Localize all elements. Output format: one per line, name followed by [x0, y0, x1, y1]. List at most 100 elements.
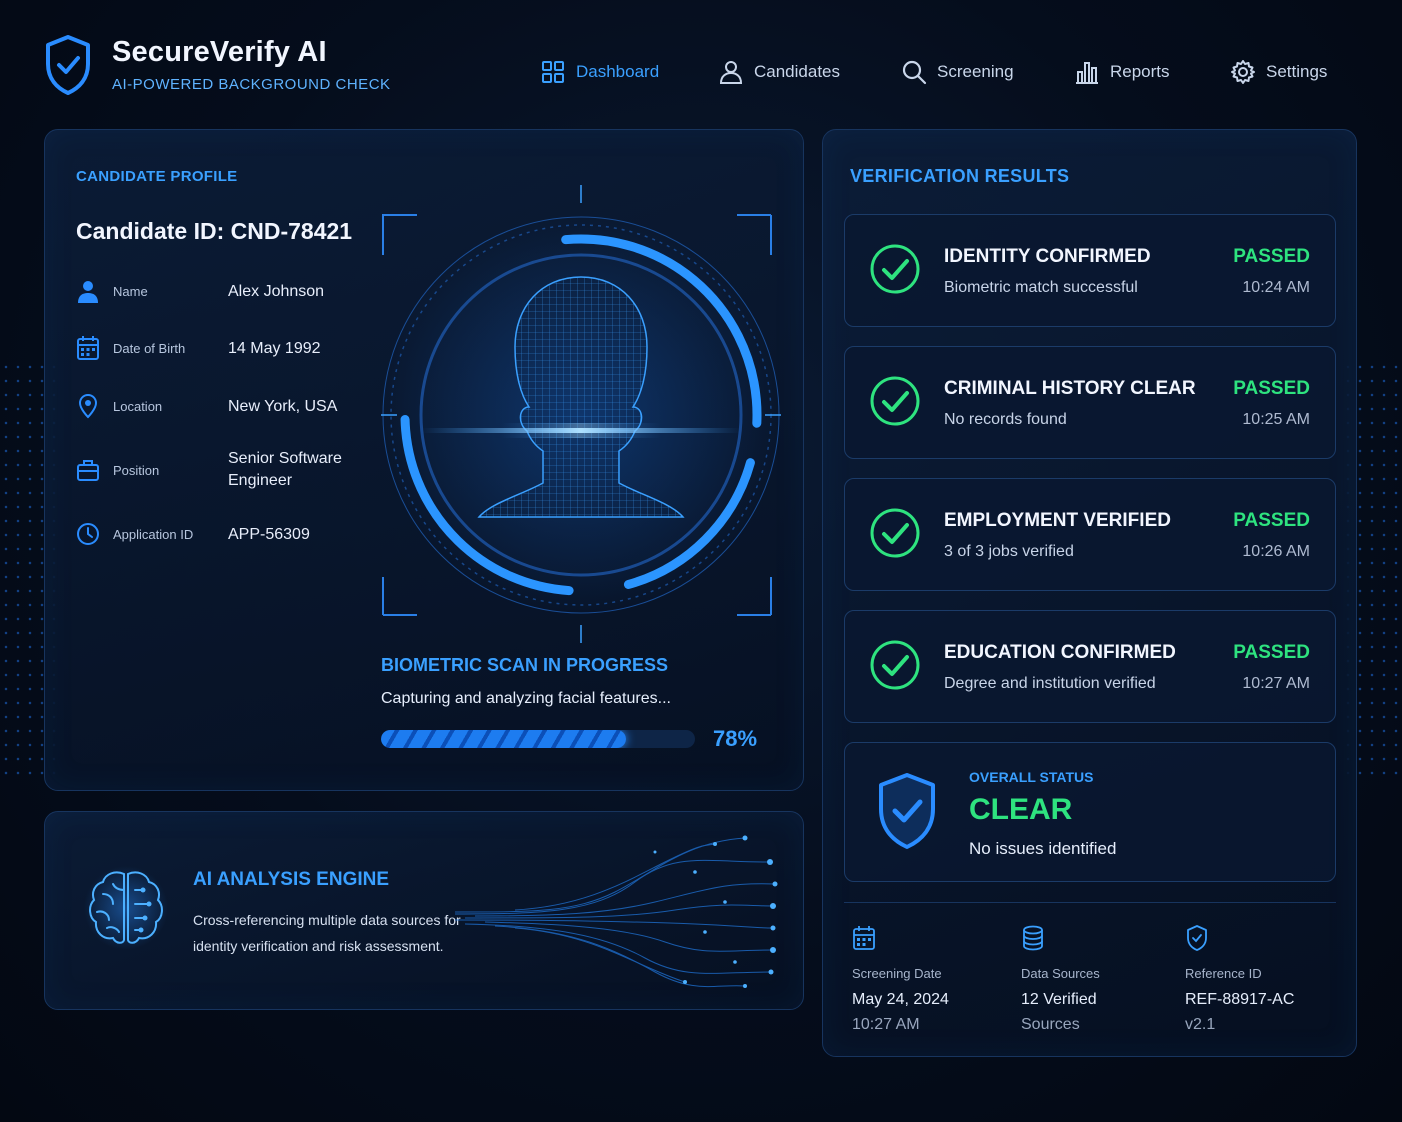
- database-icon: [1023, 925, 1043, 951]
- nav-settings[interactable]: Settings: [1230, 56, 1327, 88]
- result-title: EDUCATION CONFIRMED: [944, 642, 1176, 663]
- field-value: APP-56309: [228, 526, 310, 543]
- meta-screening-date: Screening Date May 24, 2024 10:27 AM: [852, 924, 1012, 1034]
- nav-reports[interactable]: Reports: [1074, 56, 1170, 88]
- section-label-candidate-profile: CANDIDATE PROFILE: [76, 168, 238, 185]
- result-time: 10:24 AM: [1242, 279, 1310, 296]
- result-card-criminal-history[interactable]: CRIMINAL HISTORY CLEAR No records found …: [844, 346, 1336, 459]
- nav-label: Candidates: [754, 62, 841, 81]
- field-label: Name: [113, 284, 148, 299]
- ai-engine-description: Cross-referencing multiple data sources …: [193, 912, 461, 954]
- scan-title: BIOMETRIC SCAN IN PROGRESS: [381, 655, 669, 675]
- field-name: Name Alex Johnson: [76, 278, 376, 308]
- result-status: PASSED: [1233, 378, 1310, 399]
- field-date-of-birth: Date of Birth 14 May 1992: [76, 335, 376, 365]
- field-position: Position Senior Software Engineer: [76, 450, 376, 507]
- meta-value: 12 Verified: [1021, 991, 1097, 1008]
- meta-label: Data Sources: [1021, 966, 1100, 981]
- user-icon: [78, 281, 98, 303]
- overall-status-label: OVERALL STATUS: [969, 769, 1094, 785]
- result-card-education[interactable]: EDUCATION CONFIRMED Degree and instituti…: [844, 610, 1336, 723]
- overall-status-value: CLEAR: [969, 793, 1073, 826]
- bar-chart-icon: [1076, 62, 1098, 84]
- field-location: Location New York, USA: [76, 393, 376, 423]
- clock-icon: [77, 523, 99, 545]
- candidate-id: Candidate ID: CND-78421: [76, 218, 353, 244]
- section-label-verification-results: VERIFICATION RESULTS: [850, 166, 1070, 186]
- scan-progress-percent: 78%: [713, 726, 758, 751]
- result-description: Biometric match successful: [944, 279, 1138, 296]
- check-circle-icon: [870, 508, 920, 558]
- shield-check-icon: [879, 773, 935, 849]
- meta-sub: 10:27 AM: [852, 1016, 920, 1033]
- brand-subtitle: AI-POWERED BACKGROUND CHECK: [112, 76, 391, 93]
- gear-icon: [1231, 60, 1255, 84]
- calendar-icon: [853, 926, 875, 950]
- location-pin-icon: [78, 393, 98, 419]
- check-circle-icon: [870, 376, 920, 426]
- briefcase-icon: [77, 460, 99, 481]
- user-icon: [719, 61, 743, 84]
- candidate-profile-panel: CANDIDATE PROFILE Candidate ID: CND-7842…: [44, 129, 804, 791]
- search-icon: [902, 60, 927, 85]
- result-status: PASSED: [1233, 246, 1310, 267]
- brand-title: SecureVerify AI: [112, 36, 327, 68]
- shield-check-icon: [1187, 925, 1207, 951]
- result-title: IDENTITY CONFIRMED: [944, 246, 1151, 267]
- scan-progress-fill: [381, 730, 626, 748]
- brain-icon: [84, 866, 168, 950]
- field-label: Application ID: [113, 527, 194, 542]
- field-value: Alex Johnson: [228, 283, 325, 300]
- field-value: 14 May 1992: [228, 340, 321, 357]
- app-header: SecureVerify AI AI-POWERED BACKGROUND CH…: [0, 0, 1402, 120]
- result-description: 3 of 3 jobs verified: [944, 543, 1074, 560]
- overall-status-card: OVERALL STATUS CLEAR No issues identifie…: [844, 742, 1336, 882]
- nav-label: Dashboard: [576, 62, 660, 81]
- scan-subtitle: Capturing and analyzing facial features.…: [381, 690, 671, 707]
- result-time: 10:26 AM: [1242, 543, 1310, 560]
- result-title: EMPLOYMENT VERIFIED: [944, 510, 1171, 531]
- divider: [844, 902, 1336, 903]
- meta-data-sources: Data Sources 12 Verified Sources: [1021, 924, 1181, 1034]
- result-time: 10:27 AM: [1242, 675, 1310, 692]
- result-time: 10:25 AM: [1242, 411, 1310, 428]
- nav-dashboard[interactable]: Dashboard: [540, 56, 659, 88]
- meta-label: Screening Date: [852, 966, 942, 981]
- result-card-identity[interactable]: IDENTITY CONFIRMED Biometric match succe…: [844, 214, 1336, 327]
- meta-sub: v2.1: [1185, 1016, 1216, 1033]
- check-circle-icon: [870, 244, 920, 294]
- meta-reference-id: Reference ID REF-88917-AC v2.1: [1185, 924, 1345, 1034]
- meta-value: May 24, 2024: [852, 991, 949, 1008]
- field-label: Position: [113, 463, 160, 478]
- field-label: Location: [113, 399, 163, 414]
- result-card-employment[interactable]: EMPLOYMENT VERIFIED 3 of 3 jobs verified…: [844, 478, 1336, 591]
- biometric-scanner: [381, 185, 781, 643]
- shield-logo-icon: [46, 35, 90, 95]
- nav-label: Screening: [937, 62, 1014, 81]
- grid-icon: [542, 61, 564, 83]
- overall-status-description: No issues identified: [969, 839, 1117, 858]
- result-title: CRIMINAL HISTORY CLEAR: [944, 378, 1196, 399]
- meta-sub: Sources: [1021, 1016, 1080, 1033]
- field-value: Senior Software Engineer: [228, 450, 342, 489]
- result-description: Degree and institution verified: [944, 675, 1156, 692]
- result-status: PASSED: [1233, 510, 1310, 531]
- circuit-lines-graphic: [455, 835, 778, 988]
- ai-engine-title: AI ANALYSIS ENGINE: [193, 869, 390, 890]
- nav-label: Settings: [1266, 62, 1328, 81]
- meta-value: REF-88917-AC: [1185, 991, 1295, 1008]
- nav-label: Reports: [1110, 62, 1170, 81]
- field-value: New York, USA: [228, 398, 338, 415]
- check-circle-icon: [870, 640, 920, 690]
- nav-candidates[interactable]: Candidates: [718, 56, 840, 88]
- meta-label: Reference ID: [1185, 966, 1262, 981]
- result-description: No records found: [944, 411, 1067, 428]
- scan-progress-bar: [381, 730, 695, 748]
- field-label: Date of Birth: [113, 341, 186, 356]
- result-status: PASSED: [1233, 642, 1310, 663]
- ai-analysis-engine-panel: AI ANALYSIS ENGINE Cross-referencing mul…: [44, 811, 804, 1010]
- field-application-id: Application ID APP-56309: [76, 521, 376, 551]
- nav-screening[interactable]: Screening: [901, 56, 1014, 88]
- verification-results-panel: VERIFICATION RESULTS IDENTITY CONFIRMED …: [822, 129, 1357, 1057]
- calendar-icon: [77, 336, 99, 360]
